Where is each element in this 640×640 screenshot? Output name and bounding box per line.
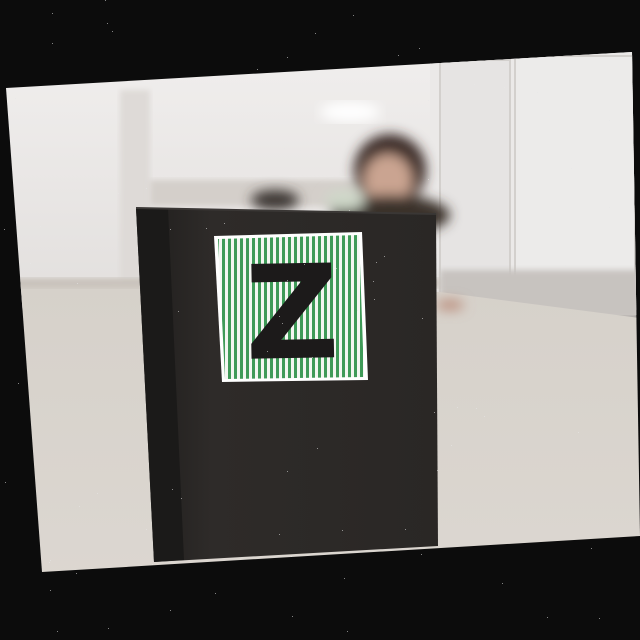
film-speck xyxy=(279,534,280,535)
film-speck xyxy=(118,193,119,194)
letter-sign: Z xyxy=(214,232,368,390)
film-speck xyxy=(347,631,348,632)
film-speck xyxy=(77,283,78,284)
film-speck xyxy=(73,155,74,156)
film-speck xyxy=(287,57,288,58)
film-speck xyxy=(79,506,80,507)
film-speck xyxy=(434,412,435,413)
cabinet-door-left xyxy=(439,59,511,301)
film-speck xyxy=(317,448,318,449)
film-speck xyxy=(504,87,505,88)
film-speck xyxy=(565,265,566,266)
film-speck xyxy=(384,256,385,257)
film-speck xyxy=(215,593,216,594)
film-speck xyxy=(547,617,548,618)
film-speck xyxy=(484,416,485,417)
film-speck xyxy=(52,13,53,14)
film-speck xyxy=(451,445,452,446)
film-speck xyxy=(50,590,51,591)
film-speck xyxy=(474,84,475,85)
cabinet-door-right xyxy=(514,55,636,305)
film-speck xyxy=(428,100,429,101)
film-speck xyxy=(282,323,283,324)
film-speck xyxy=(57,631,58,632)
film-speck xyxy=(318,149,319,150)
film-speck xyxy=(108,628,109,629)
film-speck xyxy=(30,263,31,264)
film-speck xyxy=(112,31,113,32)
photo: Z xyxy=(6,52,640,572)
film-speck xyxy=(280,240,281,241)
film-speck xyxy=(357,310,358,311)
film-speck xyxy=(257,69,258,70)
film-speck xyxy=(50,560,51,561)
film-speck xyxy=(353,15,354,16)
film-speck xyxy=(146,529,147,530)
film-speck xyxy=(437,470,438,471)
film-speck xyxy=(291,556,292,557)
film-speck xyxy=(15,98,16,99)
film-speck xyxy=(172,489,173,490)
film-speck xyxy=(4,229,5,230)
film-speck xyxy=(137,251,138,252)
film-speck xyxy=(591,548,592,549)
film-speck xyxy=(476,408,477,409)
ceiling-light xyxy=(320,102,380,122)
film-speck xyxy=(428,179,429,180)
film-speck xyxy=(105,0,106,1)
film-speck xyxy=(342,530,343,531)
film-speck xyxy=(374,299,375,300)
film-speck xyxy=(267,351,268,352)
film-speck xyxy=(609,207,610,208)
film-speck xyxy=(40,226,41,227)
film-speck xyxy=(49,562,50,563)
film-speck xyxy=(376,262,377,263)
film-speck xyxy=(52,43,53,44)
photo-frame: Z xyxy=(0,0,640,640)
film-speck xyxy=(287,471,288,472)
film-speck xyxy=(578,432,579,433)
sign-letter: Z xyxy=(244,236,341,390)
film-speck xyxy=(300,150,301,151)
film-speck xyxy=(373,281,374,282)
film-speck xyxy=(349,210,350,211)
film-speck xyxy=(421,554,422,555)
film-speck xyxy=(609,120,610,121)
film-speck xyxy=(537,92,538,93)
film-speck xyxy=(181,498,182,499)
film-speck xyxy=(18,383,19,384)
film-speck xyxy=(457,407,458,408)
film-speck xyxy=(398,55,399,56)
film-speck xyxy=(571,168,572,169)
film-speck xyxy=(224,223,225,224)
film-speck xyxy=(206,228,207,229)
film-speck xyxy=(315,33,316,34)
film-speck xyxy=(336,268,337,269)
film-speck xyxy=(168,151,169,152)
film-speck xyxy=(146,188,147,189)
film-speck xyxy=(284,148,285,149)
film-speck xyxy=(344,578,345,579)
film-speck xyxy=(97,493,98,494)
film-speck xyxy=(502,583,503,584)
film-speck xyxy=(292,616,293,617)
film-speck xyxy=(312,357,313,358)
film-speck xyxy=(178,311,179,312)
film-speck xyxy=(170,610,171,611)
film-speck xyxy=(170,229,171,230)
film-speck xyxy=(152,564,153,565)
film-speck xyxy=(287,280,288,281)
film-speck xyxy=(599,618,600,619)
film-speck xyxy=(304,264,305,265)
film-speck xyxy=(419,48,420,49)
film-speck xyxy=(76,573,77,574)
film-speck xyxy=(405,529,406,530)
film-speck xyxy=(279,316,280,317)
film-speck xyxy=(107,23,108,24)
film-speck xyxy=(86,142,87,143)
film-speck xyxy=(422,318,423,319)
film-speck xyxy=(5,482,6,483)
